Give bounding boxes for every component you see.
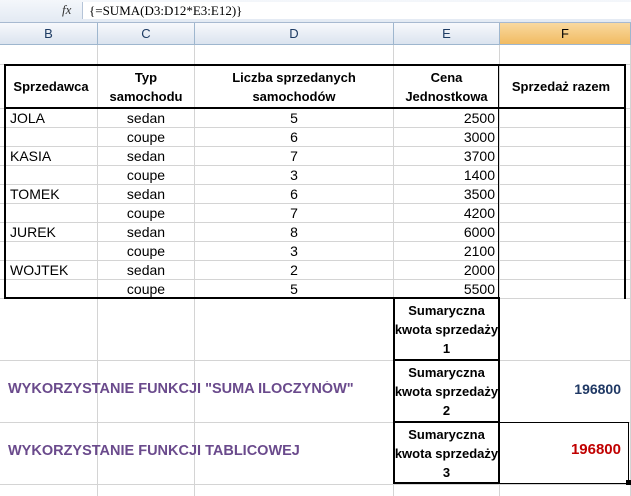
cell-type[interactable]: coupe (98, 242, 194, 261)
cell-seller[interactable] (6, 128, 96, 147)
summary-label-2: Sumaryczna kwota sprzedaży 2 (394, 365, 499, 418)
cell-count[interactable]: 6 (195, 185, 393, 204)
cell-total[interactable] (500, 109, 624, 128)
cell-type[interactable]: sedan (98, 147, 194, 166)
cell-seller[interactable]: JOLA (6, 109, 96, 128)
cell-seller[interactable]: KASIA (6, 147, 96, 166)
cell-count[interactable]: 7 (195, 204, 393, 223)
cell-total[interactable] (500, 223, 624, 242)
cell-total[interactable] (500, 128, 624, 147)
cell-total[interactable] (500, 242, 624, 261)
cell-type[interactable]: coupe (98, 204, 194, 223)
header-count: Liczba sprzedanych samochodów (232, 69, 356, 104)
cell-total[interactable] (500, 147, 624, 166)
header-seller: Sprzedawca (13, 79, 89, 94)
column-header-c[interactable]: C (98, 23, 195, 45)
cell-type[interactable]: sedan (98, 109, 194, 128)
summary-label-1: Sumaryczna kwota sprzedaży 1 (394, 303, 499, 356)
cell-type[interactable]: sedan (98, 261, 194, 280)
selected-cell[interactable] (499, 422, 629, 484)
cell-total[interactable] (500, 261, 624, 280)
header-price: Cena Jednostkowa (405, 69, 488, 104)
cell-total[interactable] (500, 204, 624, 223)
column-header-b[interactable]: B (0, 23, 98, 45)
caption-sum-product: WYKORZYSTANIE FUNKCJI "SUMA ILOCZYNÓW" (8, 381, 354, 397)
cell-seller[interactable] (6, 204, 96, 223)
cell-count[interactable]: 6 (195, 128, 393, 147)
cell-seller[interactable] (6, 242, 96, 261)
cell-count[interactable]: 2 (195, 261, 393, 280)
summary-value-2[interactable]: 196800 (500, 381, 624, 401)
summary-label-3: Sumaryczna kwota sprzedaży 3 (394, 427, 499, 480)
header-type: Typ samochodu (109, 69, 183, 104)
cell-seller[interactable]: WOJTEK (6, 261, 96, 280)
fill-handle[interactable] (626, 480, 631, 485)
cell-type[interactable]: sedan (98, 185, 194, 204)
cell-type[interactable]: sedan (98, 223, 194, 242)
cell-price[interactable]: 2100 (394, 242, 498, 261)
cell-type[interactable]: coupe (98, 166, 194, 185)
cell-price[interactable]: 2500 (394, 109, 498, 128)
column-header-d[interactable]: D (195, 23, 394, 45)
cell-price[interactable]: 3000 (394, 128, 498, 147)
caption-array-function: WYKORZYSTANIE FUNKCJI TABLICOWEJ (8, 443, 300, 459)
cell-price[interactable]: 6000 (394, 223, 498, 242)
function-icon[interactable]: fx (62, 2, 71, 18)
cell-count[interactable]: 3 (195, 166, 393, 185)
formula-input[interactable]: {=SUMA(D3:D12*E3:E12)} (82, 2, 631, 19)
formula-bar: fx {=SUMA(D3:D12*E3:E12)} (0, 0, 631, 23)
cell-price[interactable]: 3500 (394, 185, 498, 204)
column-header-e[interactable]: E (394, 23, 500, 45)
cell-seller[interactable]: JUREK (6, 223, 96, 242)
cell-price[interactable]: 4200 (394, 204, 498, 223)
cell-total[interactable] (500, 166, 624, 185)
column-header-f[interactable]: F (500, 23, 631, 45)
cell-price[interactable]: 2000 (394, 261, 498, 280)
cell-count[interactable]: 5 (195, 109, 393, 128)
cell-seller[interactable] (6, 166, 96, 185)
cell-total[interactable] (500, 185, 624, 204)
header-total: Sprzedaż razem (511, 79, 611, 94)
cell-price[interactable]: 1400 (394, 166, 498, 185)
cell-price[interactable]: 3700 (394, 147, 498, 166)
cell-count[interactable]: 8 (195, 223, 393, 242)
cell-seller[interactable]: TOMEK (6, 185, 96, 204)
cell-type[interactable]: coupe (98, 128, 194, 147)
cell-count[interactable]: 7 (195, 147, 393, 166)
cell-count[interactable]: 3 (195, 242, 393, 261)
cell-total[interactable] (500, 280, 624, 299)
